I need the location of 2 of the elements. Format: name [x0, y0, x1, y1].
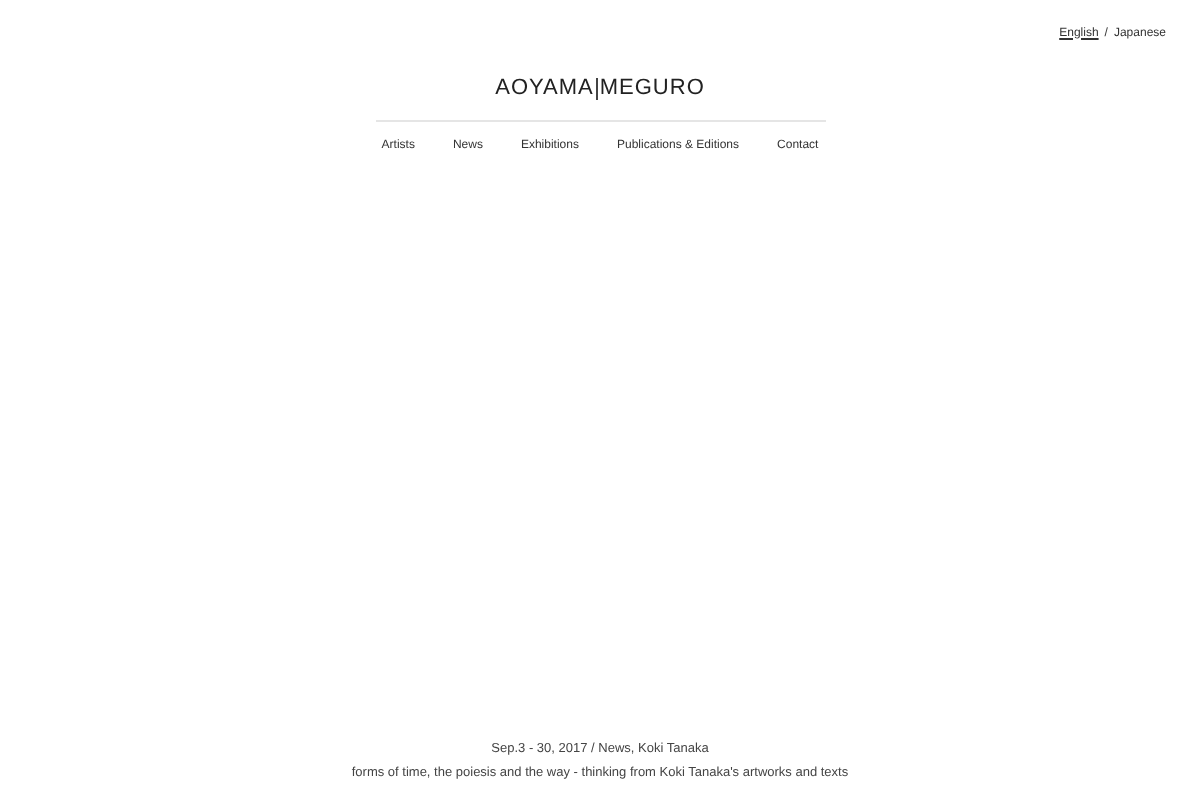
logo-text: MEGURO	[599, 74, 705, 104]
logo-text: AOYAMA	[495, 74, 594, 104]
